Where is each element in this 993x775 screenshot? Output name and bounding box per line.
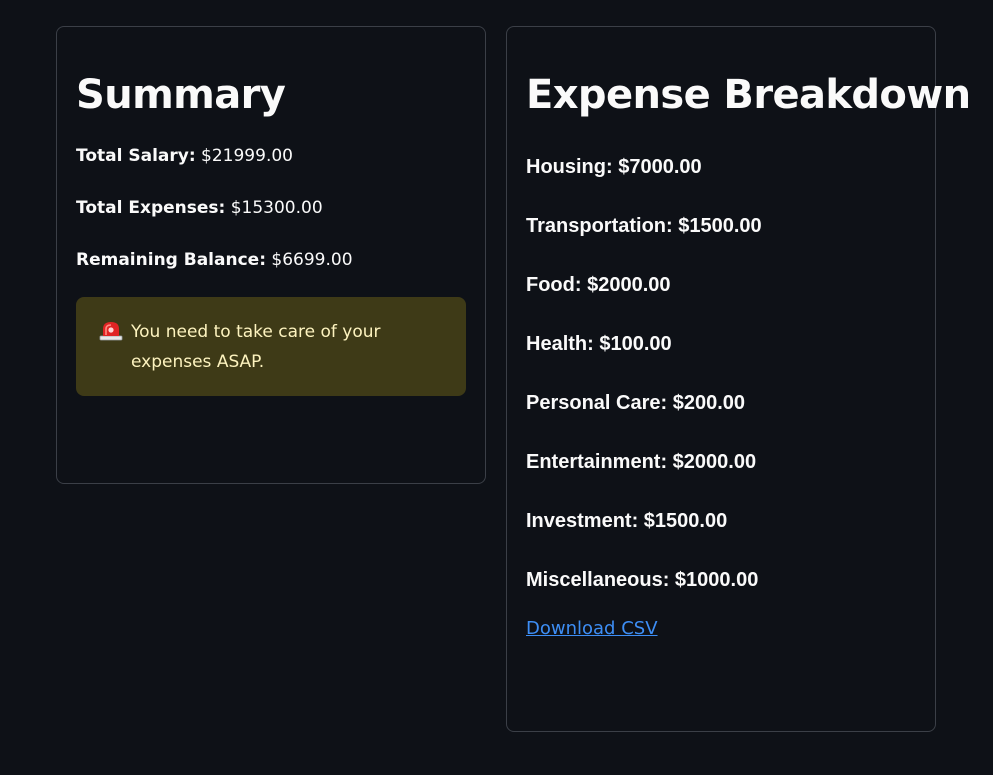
download-csv-link[interactable]: Download CSV	[526, 616, 658, 642]
summary-card: Summary Total Salary: $21999.00 Total Ex…	[56, 26, 486, 484]
expense-breakdown-card: Expense Breakdown Housing: $7000.00 Tran…	[506, 26, 971, 732]
expense-item-food: Food: $2000.00	[526, 274, 671, 296]
total-expenses-label: Total Expenses:	[76, 198, 226, 218]
total-expenses-value: $15300.00	[230, 198, 323, 218]
expense-item-transportation: Transportation: $1500.00	[526, 215, 762, 237]
expense-item-miscellaneous: Miscellaneous: $1000.00	[526, 569, 759, 591]
expense-item-investment: Investment: $1500.00	[526, 510, 728, 532]
total-salary-line: Total Salary: $21999.00	[76, 144, 293, 168]
alert-message: You need to take care of your expenses A…	[131, 322, 381, 372]
total-expenses-line: Total Expenses: $15300.00	[76, 196, 323, 220]
remaining-balance-value: $6699.00	[271, 250, 353, 270]
total-salary-label: Total Salary:	[76, 146, 196, 166]
remaining-balance-line: Remaining Balance: $6699.00	[76, 248, 353, 272]
remaining-balance-label: Remaining Balance:	[76, 250, 266, 270]
expense-item-personal-care: Personal Care: $200.00	[526, 392, 746, 414]
expense-item-housing: Housing: $7000.00	[526, 156, 702, 178]
siren-icon	[98, 319, 124, 341]
breakdown-title: Expense Breakdown	[526, 72, 971, 118]
total-salary-value: $21999.00	[201, 146, 293, 166]
expense-item-entertainment: Entertainment: $2000.00	[526, 451, 757, 473]
summary-title: Summary	[76, 72, 286, 118]
warning-alert: You need to take care of your expenses A…	[76, 297, 466, 396]
expense-item-health: Health: $100.00	[526, 333, 672, 355]
